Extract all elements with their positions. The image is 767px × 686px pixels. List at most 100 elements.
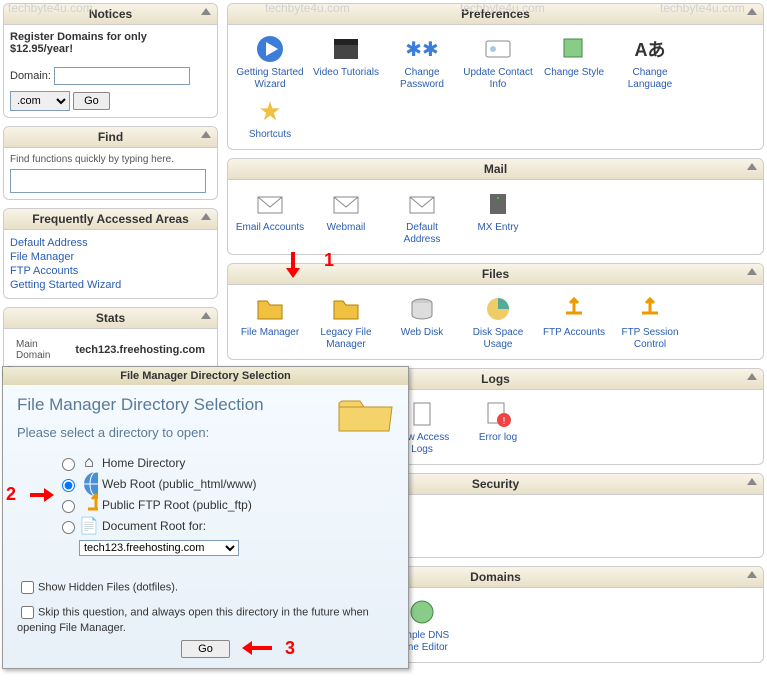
icon-label: Webmail bbox=[311, 222, 381, 234]
collapse-icon[interactable] bbox=[747, 268, 757, 275]
files-ftp[interactable]: FTP Accounts bbox=[536, 291, 612, 353]
files-ftpsession[interactable]: FTP Session Control bbox=[612, 291, 688, 353]
ftp-icon bbox=[634, 293, 666, 325]
pref-contact[interactable]: Update Contact Info bbox=[460, 31, 536, 93]
section-mail: Mail Email Accounts Webmail Default Address… bbox=[227, 158, 764, 255]
section-header: Mail bbox=[228, 159, 763, 180]
collapse-icon[interactable] bbox=[201, 131, 211, 138]
radio-label: Document Root for: bbox=[102, 519, 206, 533]
docroot-select[interactable]: tech123.freehosting.com bbox=[79, 540, 239, 556]
stats-header: Stats bbox=[4, 308, 217, 329]
collapse-icon[interactable] bbox=[747, 478, 757, 485]
ftp-icon bbox=[80, 496, 98, 514]
collapse-icon[interactable] bbox=[747, 373, 757, 380]
pref-language[interactable]: AあChange Language bbox=[612, 31, 688, 93]
freq-panel: Frequently Accessed Areas Default Addres… bbox=[3, 208, 218, 299]
folder-icon bbox=[330, 293, 362, 325]
icon-label: Email Accounts bbox=[235, 222, 305, 234]
section-header: Preferences bbox=[228, 4, 763, 25]
lang-icon: Aあ bbox=[634, 33, 666, 65]
arrow-right-icon bbox=[30, 488, 56, 502]
freq-default-address[interactable]: Default Address bbox=[10, 236, 211, 250]
icon-label: Change Language bbox=[615, 67, 685, 91]
skip-question-label: Skip this question, and always open this… bbox=[17, 606, 369, 634]
show-hidden-label: Show Hidden Files (dotfiles). bbox=[38, 581, 178, 593]
pref-shortcuts[interactable]: ★Shortcuts bbox=[232, 93, 308, 143]
svg-text:!: ! bbox=[503, 416, 506, 427]
server-icon bbox=[482, 188, 514, 220]
mail-webmail[interactable]: Webmail bbox=[308, 186, 384, 248]
ftp-icon bbox=[558, 293, 590, 325]
find-input[interactable] bbox=[10, 169, 206, 193]
mail-accounts[interactable]: Email Accounts bbox=[232, 186, 308, 248]
radio-home[interactable] bbox=[62, 458, 75, 471]
pref-getting-started[interactable]: Getting Started Wizard bbox=[232, 31, 308, 93]
freq-file-manager[interactable]: File Manager bbox=[10, 250, 211, 264]
radio-ftproot[interactable] bbox=[62, 500, 75, 513]
doc-icon: 📄 bbox=[80, 517, 98, 535]
files-webdisk[interactable]: Web Disk bbox=[384, 291, 460, 353]
envelope-icon bbox=[330, 188, 362, 220]
files-legacy[interactable]: Legacy File Manager bbox=[308, 291, 384, 353]
domain-input[interactable] bbox=[54, 67, 190, 85]
files-diskusage[interactable]: Disk Space Usage bbox=[460, 291, 536, 353]
collapse-icon[interactable] bbox=[201, 8, 211, 15]
log-icon bbox=[406, 398, 438, 430]
freq-ftp-accounts[interactable]: FTP Accounts bbox=[10, 264, 211, 278]
play-icon bbox=[254, 33, 286, 65]
mail-default[interactable]: Default Address bbox=[384, 186, 460, 248]
radio-label: Public FTP Root (public_ftp) bbox=[102, 498, 252, 512]
freq-getting-started[interactable]: Getting Started Wizard bbox=[10, 278, 211, 292]
files-manager[interactable]: File Manager bbox=[232, 291, 308, 353]
icon-label: Error log bbox=[463, 432, 533, 444]
stats-value: tech123.freehosting.com bbox=[71, 337, 209, 363]
collapse-icon[interactable] bbox=[747, 571, 757, 578]
folder-icon bbox=[334, 389, 394, 437]
radio-webroot[interactable] bbox=[62, 479, 75, 492]
dialog-go-button[interactable]: Go bbox=[181, 640, 230, 658]
icon-label: File Manager bbox=[235, 327, 305, 339]
tld-select[interactable]: .com bbox=[10, 91, 70, 111]
find-hint: Find functions quickly by typing here. bbox=[10, 154, 211, 165]
show-hidden-checkbox[interactable] bbox=[21, 581, 34, 594]
skip-question-checkbox[interactable] bbox=[21, 606, 34, 619]
folder-icon bbox=[254, 293, 286, 325]
pref-video[interactable]: Video Tutorials bbox=[308, 31, 384, 93]
pref-password[interactable]: ✱✱Change Password bbox=[384, 31, 460, 93]
mail-mx[interactable]: MX Entry bbox=[460, 186, 536, 248]
icon-label: Change Style bbox=[539, 67, 609, 79]
logs-error[interactable]: ! Error log bbox=[460, 396, 536, 458]
stats-panel: Stats Main Domain tech123.freehosting.co… bbox=[3, 307, 218, 372]
domain-label: Domain: bbox=[10, 70, 51, 82]
find-header: Find bbox=[4, 127, 217, 148]
disk-icon bbox=[406, 293, 438, 325]
collapse-icon[interactable] bbox=[747, 163, 757, 170]
clapper-icon bbox=[330, 33, 362, 65]
envelope-icon bbox=[254, 188, 286, 220]
icon-label: Shortcuts bbox=[235, 129, 305, 141]
collapse-icon[interactable] bbox=[201, 312, 211, 319]
dns-icon bbox=[406, 596, 438, 628]
freq-header: Frequently Accessed Areas bbox=[4, 209, 217, 230]
collapse-icon[interactable] bbox=[747, 8, 757, 15]
pref-style[interactable]: Change Style bbox=[536, 31, 612, 93]
radio-docroot[interactable] bbox=[62, 521, 75, 534]
section-files: FilesFile ManagerLegacy File ManagerWeb … bbox=[227, 263, 764, 360]
collapse-icon[interactable] bbox=[201, 213, 211, 220]
icon-label: Web Disk bbox=[387, 327, 457, 339]
icon-label: Default Address bbox=[387, 222, 457, 246]
section-preferences: Preferences Getting Started WizardVideo T… bbox=[227, 3, 764, 150]
style-icon bbox=[558, 33, 590, 65]
icon-label: FTP Session Control bbox=[615, 327, 685, 351]
radio-label: Web Root (public_html/www) bbox=[102, 477, 257, 491]
icon-label: MX Entry bbox=[463, 222, 533, 234]
errorlog-icon: ! bbox=[482, 398, 514, 430]
envelope-icon bbox=[406, 188, 438, 220]
dialog-header: File Manager Directory Selection bbox=[3, 367, 408, 385]
icon-label: Disk Space Usage bbox=[463, 327, 533, 351]
radio-label: Home Directory bbox=[102, 456, 185, 470]
annotation-2: 2 bbox=[6, 484, 16, 505]
domain-go-button[interactable]: Go bbox=[73, 92, 110, 110]
pie-icon bbox=[482, 293, 514, 325]
file-manager-dialog: ✕ File Manager Directory Selection File … bbox=[2, 366, 409, 669]
